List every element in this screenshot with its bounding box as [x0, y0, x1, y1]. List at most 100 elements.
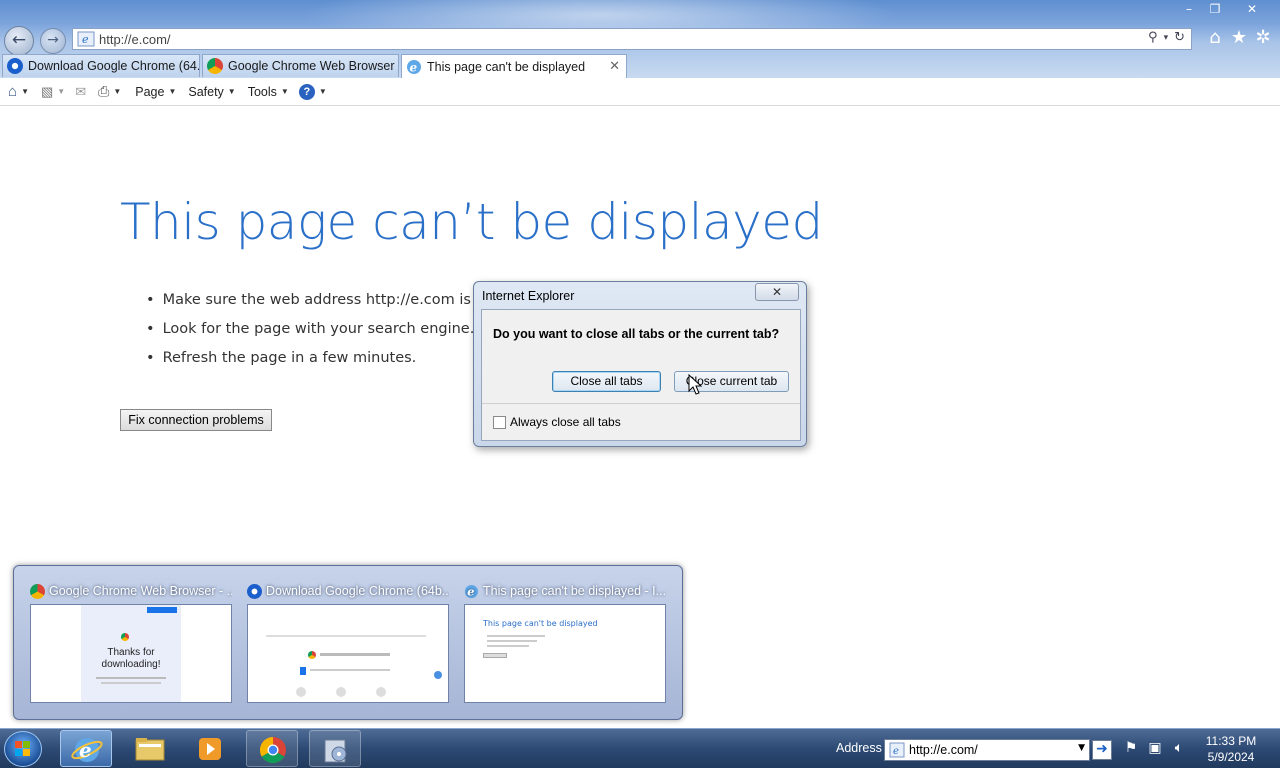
dialog-divider: [482, 403, 800, 404]
taskbar-address-text: http://e.com/: [909, 743, 978, 757]
mouse-cursor-icon: [688, 374, 703, 395]
back-button[interactable]: ←: [4, 26, 34, 56]
svg-text:e: e: [410, 60, 418, 74]
home-icon: ⌂: [8, 83, 18, 100]
media-player-icon: [199, 738, 221, 760]
folder-icon: [135, 738, 165, 761]
page-title: This page can’t be displayed: [120, 193, 823, 251]
svg-text:e: e: [893, 746, 899, 757]
home-menu[interactable]: ⌂ ▼: [8, 83, 29, 100]
mail-button[interactable]: ✉: [75, 84, 86, 100]
chevron-down-icon: ▼: [113, 87, 122, 96]
svg-text:e: e: [82, 33, 89, 46]
go-arrow-button[interactable]: ➜: [1092, 740, 1112, 760]
taskbar-address-label: Address: [836, 741, 882, 755]
installer-icon: [324, 739, 347, 763]
help-icon: ?: [298, 83, 315, 100]
tab-close-icon[interactable]: ✕: [609, 58, 620, 74]
feeds-menu[interactable]: ▧ ▼: [41, 84, 65, 100]
start-button[interactable]: [4, 731, 42, 767]
taskbar-chrome-button[interactable]: [246, 730, 298, 767]
system-clock[interactable]: 11:33 PM 5/9/2024: [1196, 733, 1266, 765]
thumbnail-title: Google Chrome Web Browser - ...: [49, 584, 232, 598]
thumbnail-chrome-web-browser[interactable]: Google Chrome Web Browser - ... Thanks f…: [30, 582, 232, 703]
chevron-down-icon: ▼: [318, 87, 327, 96]
home-icon[interactable]: ⌂: [1205, 28, 1225, 48]
tab-page-cant-be-displayed[interactable]: e This page can't be displayed ✕: [401, 54, 627, 78]
tab-label: This page can't be displayed: [427, 59, 586, 74]
tab-label: Download Google Chrome (64...: [28, 59, 200, 73]
address-bar[interactable]: e http://e.com/ ⚲ ▾ ↻: [72, 28, 1192, 50]
svg-text:e: e: [467, 584, 474, 598]
thumbnail-preview: [247, 604, 449, 703]
rss-feed-icon: ▧: [40, 83, 54, 99]
thumbnail-title: This page can't be displayed - I...: [483, 584, 666, 598]
chevron-down-icon: ▼: [227, 87, 236, 96]
dialog-close-button[interactable]: ✕: [755, 283, 799, 301]
help-menu[interactable]: ? ▼: [298, 83, 327, 100]
ie-icon: e: [407, 59, 421, 74]
checkbox-label: Always close all tabs: [510, 415, 621, 429]
chevron-down-icon[interactable]: ▼: [1078, 743, 1085, 753]
taskbar-address-input[interactable]: e http://e.com/ ▼: [884, 739, 1090, 761]
ie-icon: e: [71, 738, 103, 762]
windows-logo-icon: [15, 741, 30, 756]
taskbar-ie-button[interactable]: e: [60, 730, 112, 767]
chrome-icon: [207, 58, 223, 74]
taskbar-media-player-button[interactable]: [184, 730, 236, 767]
close-all-tabs-button[interactable]: Close all tabs: [552, 371, 661, 392]
thumbnail-title: Download Google Chrome (64b...: [266, 584, 449, 598]
taskbar-explorer-button[interactable]: [124, 730, 176, 767]
print-menu[interactable]: ⎙ ▼: [98, 83, 121, 100]
chevron-down-icon: ▼: [57, 87, 66, 96]
chevron-down-icon: ▼: [21, 87, 29, 96]
clock-date: 5/9/2024: [1207, 750, 1255, 764]
page-menu[interactable]: Page ▼: [135, 85, 176, 99]
safety-menu[interactable]: Safety ▼: [188, 85, 235, 99]
dialog-question: Do you want to close all tabs or the cur…: [493, 327, 780, 341]
troubleshooting-list: Make sure the web address http://e.com i…: [146, 290, 505, 377]
forward-button[interactable]: →: [40, 28, 66, 54]
refresh-icon[interactable]: ↻: [1174, 30, 1185, 46]
favorites-star-icon[interactable]: ★: [1229, 28, 1249, 48]
forward-arrow-icon: →: [47, 32, 59, 48]
minimize-button[interactable]: –: [1176, 0, 1202, 19]
tools-menu-label: Tools: [247, 84, 277, 99]
tab-chrome-web-browser[interactable]: Google Chrome Web Browser: [202, 54, 399, 77]
edge-blue-icon: [247, 583, 262, 599]
chrome-icon: [259, 736, 286, 764]
browser-frame: – ❐ ✕ ← → e http://e.com/ ⚲ ▾ ↻ ⌂ ★ ✲ Do…: [0, 0, 1280, 78]
action-center-flag-icon[interactable]: ⚑: [1122, 740, 1140, 758]
restore-button[interactable]: ❐: [1202, 0, 1228, 19]
thumbnail-preview: Thanks for downloading!: [30, 604, 232, 703]
ie-icon: e: [464, 584, 479, 598]
checkbox-box[interactable]: [493, 415, 506, 429]
chevron-down-icon: ▼: [280, 87, 289, 96]
chevron-down-icon: ▼: [168, 87, 177, 96]
fix-connection-button[interactable]: Fix connection problems: [120, 409, 272, 431]
printer-icon: ⎙: [98, 83, 110, 99]
volume-muted-icon[interactable]: 🔈︎: [1170, 740, 1188, 758]
thumbnail-preview: This page can't be displayed: [464, 604, 666, 703]
tab-download-chrome[interactable]: Download Google Chrome (64...: [2, 54, 200, 77]
chrome-icon: [30, 583, 45, 599]
taskbar-installer-button[interactable]: [309, 730, 361, 767]
search-icon[interactable]: ⚲: [1148, 30, 1158, 46]
thumbnail-download-chrome[interactable]: Download Google Chrome (64b...: [247, 582, 449, 703]
ie-page-icon: e: [77, 31, 95, 47]
edge-blue-icon: [7, 58, 23, 74]
list-item: Make sure the web address http://e.com i…: [146, 290, 505, 319]
search-dropdown-icon[interactable]: ▾: [1164, 30, 1169, 46]
back-arrow-icon: ←: [11, 30, 27, 50]
window-close-button[interactable]: ✕: [1232, 0, 1272, 19]
thumbnail-page-cant-be-displayed[interactable]: e This page can't be displayed - I... Th…: [464, 582, 666, 703]
close-icon: ✕: [771, 285, 783, 299]
thumbnail-preview-text: This page can't be displayed: [483, 619, 598, 628]
gear-icon[interactable]: ✲: [1253, 28, 1273, 48]
tools-menu[interactable]: Tools ▼: [248, 85, 289, 99]
ie-page-icon: e: [889, 742, 905, 758]
dialog-title: Internet Explorer: [482, 289, 575, 303]
network-icon[interactable]: ▣: [1146, 740, 1164, 758]
always-close-checkbox[interactable]: Always close all tabs: [493, 415, 621, 429]
thumbnail-preview-text: Thanks for downloading!: [101, 647, 161, 670]
